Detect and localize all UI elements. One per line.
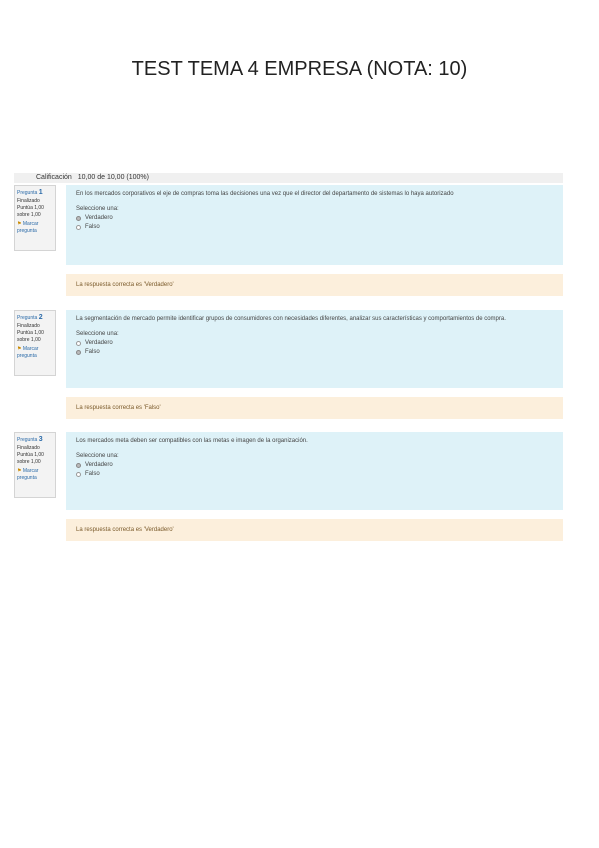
flag-question-link[interactable]: ⚑ Marcar pregunta bbox=[17, 346, 53, 360]
feedback-1: La respuesta correcta es 'Verdadero' bbox=[66, 274, 563, 296]
grade-label: Calificación bbox=[36, 174, 72, 181]
answer-prompt: Seleccione una: bbox=[76, 331, 119, 337]
grade-value: 10,00 de 10,00 (100%) bbox=[77, 174, 149, 181]
radio-button[interactable] bbox=[76, 215, 81, 221]
question-text: En los mercados corporativos el eje de c… bbox=[76, 191, 454, 197]
question-number-label: Pregunta bbox=[17, 315, 38, 321]
answer-option-verdadero[interactable]: Verdadero bbox=[76, 462, 553, 468]
option-label: Verdadero bbox=[85, 462, 113, 468]
flag-label: Marcar pregunta bbox=[17, 346, 39, 359]
question-score: Puntúa 1,00 sobre 1,00 bbox=[17, 330, 44, 343]
question-number: 3 bbox=[38, 436, 43, 443]
flag-question-link[interactable]: ⚑ Marcar pregunta bbox=[17, 221, 53, 235]
answer-option-verdadero[interactable]: Verdadero bbox=[76, 340, 553, 346]
answer-option-verdadero[interactable]: Verdadero bbox=[76, 215, 553, 221]
question-text: La segmentación de mercado permite ident… bbox=[76, 316, 506, 322]
option-label: Verdadero bbox=[85, 215, 113, 221]
feedback-2: La respuesta correcta es 'Falso' bbox=[66, 397, 563, 419]
question-state: Finalizado bbox=[17, 445, 40, 451]
flag-label: Marcar pregunta bbox=[17, 221, 39, 234]
question-state: Finalizado bbox=[17, 198, 40, 204]
option-label: Falso bbox=[85, 471, 100, 477]
document-title: TEST TEMA 4 EMPRESA (NOTA: 10) bbox=[131, 58, 468, 80]
answer-option-falso[interactable]: Falso bbox=[76, 349, 553, 355]
flag-icon: ⚑ bbox=[17, 468, 22, 474]
question-score: Puntúa 1,00 sobre 1,00 bbox=[17, 452, 44, 465]
radio-button[interactable] bbox=[76, 462, 81, 468]
answer-option-falso[interactable]: Falso bbox=[76, 224, 553, 230]
question-text: Los mercados meta deben ser compatibles … bbox=[76, 438, 308, 444]
flag-question-link[interactable]: ⚑ Marcar pregunta bbox=[17, 468, 53, 482]
question-score: Puntúa 1,00 sobre 1,00 bbox=[17, 205, 44, 218]
answer-prompt: Seleccione una: bbox=[76, 206, 119, 212]
question-info-2: Pregunta 2 Finalizado Puntúa 1,00 sobre … bbox=[14, 310, 56, 376]
flag-icon: ⚑ bbox=[17, 221, 22, 227]
option-label: Verdadero bbox=[85, 340, 113, 346]
flag-label: Marcar pregunta bbox=[17, 468, 39, 481]
flag-icon: ⚑ bbox=[17, 346, 22, 352]
radio-button[interactable] bbox=[76, 224, 81, 230]
radio-button[interactable] bbox=[76, 349, 81, 355]
question-number-label: Pregunta bbox=[17, 437, 38, 443]
question-number-label: Pregunta bbox=[17, 190, 38, 196]
question-number: 1 bbox=[38, 189, 43, 196]
question-info-3: Pregunta 3 Finalizado Puntúa 1,00 sobre … bbox=[14, 432, 56, 498]
question-info-1: Pregunta 1 Finalizado Puntúa 1,00 sobre … bbox=[14, 185, 56, 251]
question-content-3: Los mercados meta deben ser compatibles … bbox=[66, 432, 563, 510]
question-content-1: En los mercados corporativos el eje de c… bbox=[66, 185, 563, 265]
option-label: Falso bbox=[85, 224, 100, 230]
option-label: Falso bbox=[85, 349, 100, 355]
question-state: Finalizado bbox=[17, 323, 40, 329]
question-content-2: La segmentación de mercado permite ident… bbox=[66, 310, 563, 388]
question-number: 2 bbox=[38, 314, 43, 321]
feedback-3: La respuesta correcta es 'Verdadero' bbox=[66, 519, 563, 541]
radio-button[interactable] bbox=[76, 340, 81, 346]
radio-button[interactable] bbox=[76, 471, 81, 477]
answer-option-falso[interactable]: Falso bbox=[76, 471, 553, 477]
grade-summary: Calificación 10,00 de 10,00 (100%) bbox=[14, 173, 563, 183]
answer-prompt: Seleccione una: bbox=[76, 453, 119, 459]
